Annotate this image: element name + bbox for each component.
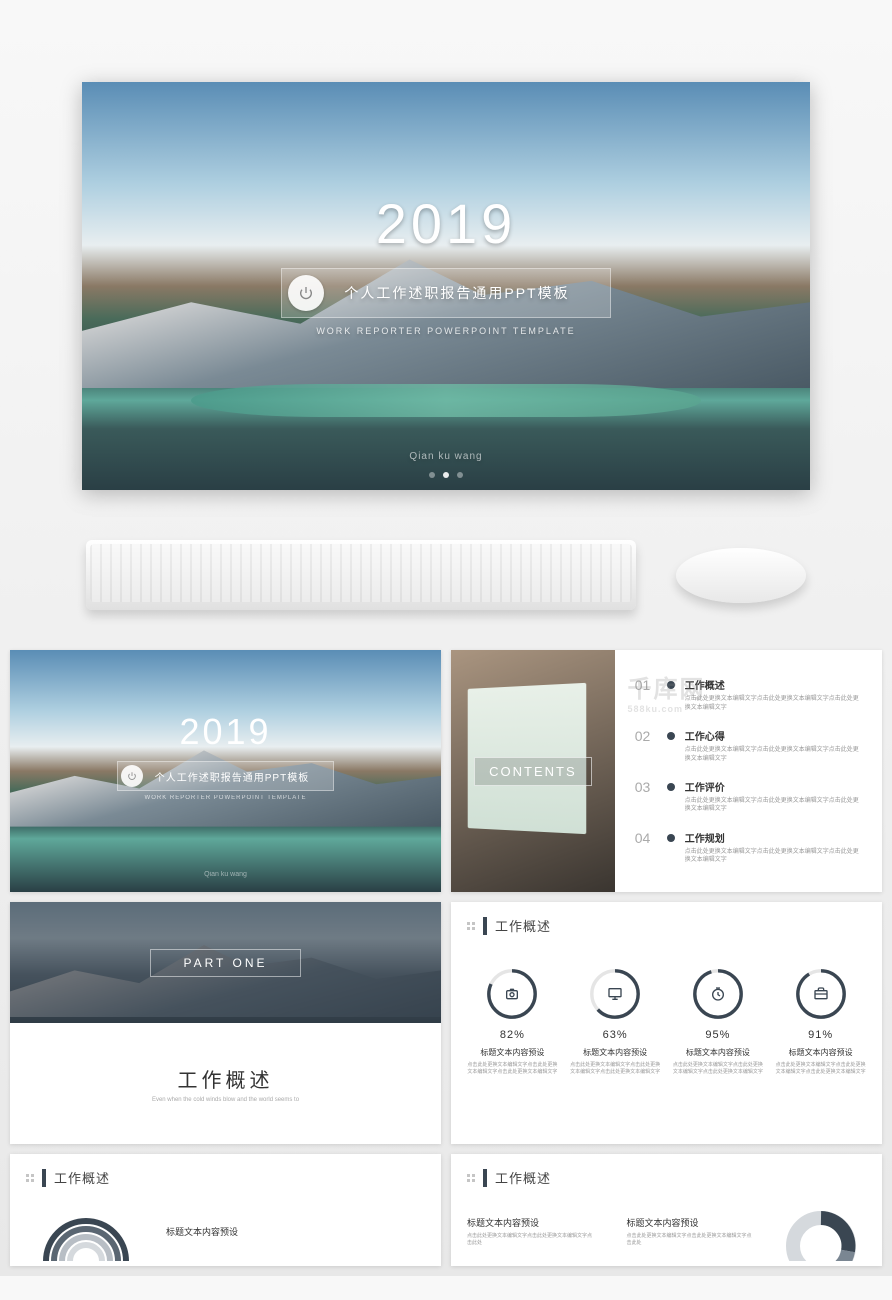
section-title: 工作概述 — [54, 1168, 110, 1187]
contents-title: 工作心得 — [685, 728, 862, 743]
hero-year: 2019 — [376, 191, 517, 256]
contents-desc: 点击此处更换文本编辑文字点击此处更换文本编辑文字点击此处更换文本编辑文字 — [685, 848, 862, 865]
pager-dot[interactable] — [443, 472, 449, 478]
slide-thumb-3[interactable]: PART ONE 工作概述 Even when the cold winds b… — [10, 902, 441, 1144]
progress-ring — [693, 969, 743, 1019]
slide-thumb-1[interactable]: 2019 个人工作述职报告通用PPT模板 WORK REPORTER POWER… — [10, 650, 441, 892]
slide6-col-desc: 点击此处更换文本编辑文字点击此处更换文本编辑文字点击此处 — [467, 1233, 597, 1247]
slide-thumb-2[interactable]: CONTENTS 01 工作概述 点击此处更换文本编辑文字点击此处更换文本编辑文… — [451, 650, 882, 892]
pager-dot[interactable] — [429, 472, 435, 478]
bullet-icon — [667, 732, 675, 740]
monitor-icon — [590, 969, 640, 1019]
contents-num: 03 — [635, 779, 657, 795]
contents-label: CONTENTS — [474, 757, 592, 786]
contents-list: 01 工作概述 点击此处更换文本编辑文字点击此处更换文本编辑文字点击此处更换文本… — [615, 650, 882, 892]
slide-grid: 2019 个人工作述职报告通用PPT模板 WORK REPORTER POWER… — [0, 640, 892, 1276]
pager-dots[interactable] — [429, 472, 463, 478]
slide5-title: 标题文本内容预设 — [166, 1225, 238, 1238]
hero-brand: Qian ku wang — [409, 451, 482, 462]
header-bar-icon — [483, 917, 487, 935]
section-header: 工作概述 — [451, 1154, 882, 1201]
stat-item: 95% 标题文本内容预设 点击此处更换文本编辑文字点击此处更换文本编辑文字点击此… — [671, 969, 766, 1076]
contents-item: 03 工作评价 点击此处更换文本编辑文字点击此处更换文本编辑文字点击此处更换文本… — [635, 779, 862, 814]
progress-ring — [590, 969, 640, 1019]
stat-desc: 点击此处更换文本编辑文字点击此处更换文本编辑文字点击此处更换文本编辑文字 — [465, 1062, 560, 1076]
hero-tagline: WORK REPORTER POWERPOINT TEMPLATE — [316, 326, 575, 336]
contents-title: 工作规划 — [685, 830, 862, 845]
stat-title: 标题文本内容预设 — [789, 1047, 853, 1058]
header-dots-icon — [467, 1174, 475, 1182]
hero-title-bar: 个人工作述职报告通用PPT模板 — [281, 268, 610, 318]
contents-desc: 点击此处更换文本编辑文字点击此处更换文本编辑文字点击此处更换文本编辑文字 — [685, 746, 862, 763]
donut-chart — [776, 1201, 866, 1261]
thumb1-tagline: WORK REPORTER POWERPOINT TEMPLATE — [145, 795, 307, 801]
contents-num: 01 — [635, 677, 657, 693]
contents-image: CONTENTS — [451, 650, 615, 892]
stat-percent: 82% — [500, 1029, 525, 1041]
timer-icon — [693, 969, 743, 1019]
thumb1-title-bar: 个人工作述职报告通用PPT模板 — [117, 761, 334, 791]
partone-badge: PART ONE — [150, 949, 300, 977]
stat-percent: 95% — [705, 1029, 730, 1041]
section-title: 工作概述 — [495, 1168, 551, 1187]
slide6-col-title: 标题文本内容预设 — [627, 1216, 757, 1229]
slide-thumb-6[interactable]: 工作概述 标题文本内容预设 点击此处更换文本编辑文字点击此处更换文本编辑文字点击… — [451, 1154, 882, 1266]
stat-title: 标题文本内容预设 — [480, 1047, 544, 1058]
progress-ring — [796, 969, 846, 1019]
hero-subtitle: 个人工作述职报告通用PPT模板 — [344, 283, 569, 303]
contents-title: 工作评价 — [685, 779, 862, 794]
thumb1-year: 2019 — [179, 711, 271, 753]
keyboard-graphic — [86, 540, 636, 610]
section-header: 工作概述 — [451, 902, 882, 949]
camera-icon — [487, 969, 537, 1019]
contents-item: 04 工作规划 点击此处更换文本编辑文字点击此处更换文本编辑文字点击此处更换文本… — [635, 830, 862, 865]
stat-title: 标题文本内容预设 — [686, 1047, 750, 1058]
slide-thumb-5[interactable]: 工作概述 标题文本内容预设 — [10, 1154, 441, 1266]
contents-num: 02 — [635, 728, 657, 744]
partone-image: PART ONE — [10, 902, 441, 1023]
stat-desc: 点击此处更换文本编辑文字点击此处更换文本编辑文字点击此处更换文本编辑文字 — [773, 1062, 868, 1076]
desk-mockup — [0, 490, 892, 640]
stat-desc: 点击此处更换文本编辑文字点击此处更换文本编辑文字点击此处更换文本编辑文字 — [671, 1062, 766, 1076]
contents-desc: 点击此处更换文本编辑文字点击此处更换文本编辑文字点击此处更换文本编辑文字 — [685, 695, 862, 712]
stat-item: 91% 标题文本内容预设 点击此处更换文本编辑文字点击此处更换文本编辑文字点击此… — [773, 969, 868, 1076]
slide6-col-desc: 点击此处更换文本编辑文字点击此处更换文本编辑文字点击此处 — [627, 1233, 757, 1247]
bullet-icon — [667, 834, 675, 842]
stat-percent: 91% — [808, 1029, 833, 1041]
thumb1-brand: Qian ku wang — [204, 871, 247, 878]
stats-row: 82% 标题文本内容预设 点击此处更换文本编辑文字点击此处更换文本编辑文字点击此… — [451, 949, 882, 1086]
stat-percent: 63% — [603, 1029, 628, 1041]
stat-desc: 点击此处更换文本编辑文字点击此处更换文本编辑文字点击此处更换文本编辑文字 — [568, 1062, 663, 1076]
arc-chart — [26, 1201, 146, 1261]
section-title: 工作概述 — [495, 916, 551, 935]
partone-sub: Even when the cold winds blow and the wo… — [152, 1097, 299, 1103]
stat-item: 82% 标题文本内容预设 点击此处更换文本编辑文字点击此处更换文本编辑文字点击此… — [465, 969, 560, 1076]
contents-item: 02 工作心得 点击此处更换文本编辑文字点击此处更换文本编辑文字点击此处更换文本… — [635, 728, 862, 763]
power-icon — [121, 765, 143, 787]
header-bar-icon — [483, 1169, 487, 1187]
slide6-col-title: 标题文本内容预设 — [467, 1216, 597, 1229]
contents-title: 工作概述 — [685, 677, 862, 692]
contents-desc: 点击此处更换文本编辑文字点击此处更换文本编辑文字点击此处更换文本编辑文字 — [685, 797, 862, 814]
header-bar-icon — [42, 1169, 46, 1187]
pager-dot[interactable] — [457, 472, 463, 478]
header-dots-icon — [467, 922, 475, 930]
briefcase-icon — [796, 969, 846, 1019]
header-dots-icon — [26, 1174, 34, 1182]
contents-num: 04 — [635, 830, 657, 846]
bullet-icon — [667, 783, 675, 791]
mouse-graphic — [676, 548, 806, 603]
stat-title: 标题文本内容预设 — [583, 1047, 647, 1058]
contents-item: 01 工作概述 点击此处更换文本编辑文字点击此处更换文本编辑文字点击此处更换文本… — [635, 677, 862, 712]
thumb1-subtitle: 个人工作述职报告通用PPT模板 — [155, 769, 309, 784]
section-header: 工作概述 — [10, 1154, 441, 1201]
partone-title: 工作概述 — [178, 1064, 274, 1093]
bullet-icon — [667, 681, 675, 689]
slide-thumb-4[interactable]: 工作概述 82% 标题文本内容预设 点击此处更换文本编辑文字点击此处更换文本编辑… — [451, 902, 882, 1144]
hero-slide: 2019 个人工作述职报告通用PPT模板 WORK REPORTER POWER… — [82, 82, 810, 490]
progress-ring — [487, 969, 537, 1019]
stat-item: 63% 标题文本内容预设 点击此处更换文本编辑文字点击此处更换文本编辑文字点击此… — [568, 969, 663, 1076]
power-icon — [288, 275, 324, 311]
